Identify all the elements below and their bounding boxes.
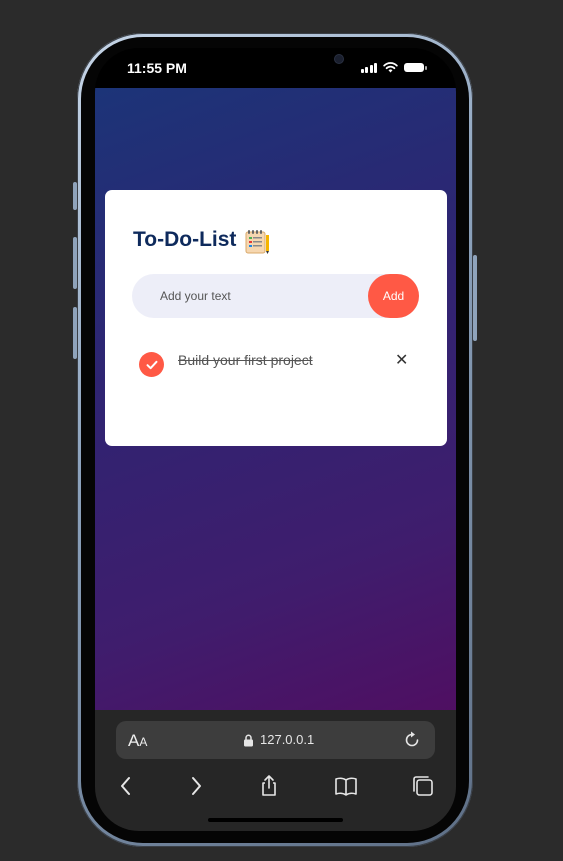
list-item[interactable]: Build your first project ✕: [138, 348, 418, 378]
back-icon[interactable]: [114, 774, 138, 798]
status-time: 11:55 PM: [127, 60, 187, 76]
reload-icon[interactable]: [402, 730, 422, 750]
battery-icon: [404, 63, 427, 72]
text-size-button[interactable]: AA: [128, 731, 147, 751]
add-button[interactable]: Add: [368, 274, 419, 318]
url-text: 127.0.0.1: [260, 732, 315, 747]
address-bar[interactable]: AA 127.0.0.1: [116, 721, 435, 759]
notepad-icon: [244, 229, 270, 254]
task-input[interactable]: [132, 274, 367, 318]
forward-icon[interactable]: [184, 774, 208, 798]
power-button: [473, 255, 477, 341]
web-content: To-Do-List Add your text Add Build your …: [95, 88, 456, 710]
notch: [208, 48, 343, 76]
signal-icon: [360, 62, 377, 73]
bookmarks-icon[interactable]: [334, 774, 358, 798]
wifi-icon: [383, 62, 398, 73]
status-icons: [360, 62, 427, 73]
task-text: Build your first project: [178, 352, 313, 368]
app-title-text: To-Do-List: [133, 228, 237, 251]
status-bar: 11:55 PM: [95, 48, 456, 88]
app-title: To-Do-List: [133, 228, 270, 254]
volume-up-button: [73, 237, 77, 289]
lock-icon: [244, 734, 253, 747]
close-icon[interactable]: ✕: [395, 350, 408, 370]
todo-card: To-Do-List Add your text Add Build your …: [105, 190, 447, 446]
camera-icon: [335, 55, 343, 63]
checked-icon[interactable]: [139, 352, 164, 377]
browser-toolbar: [95, 774, 456, 804]
phone-screen: 11:55 PM To-Do-List Add your text Add Bu…: [95, 48, 456, 831]
browser-bar: AA 127.0.0.1: [95, 710, 456, 831]
share-icon[interactable]: [257, 774, 281, 798]
home-indicator: [208, 818, 343, 822]
tabs-icon[interactable]: [411, 774, 435, 798]
action-button: [73, 182, 77, 210]
volume-down-button: [73, 307, 77, 359]
